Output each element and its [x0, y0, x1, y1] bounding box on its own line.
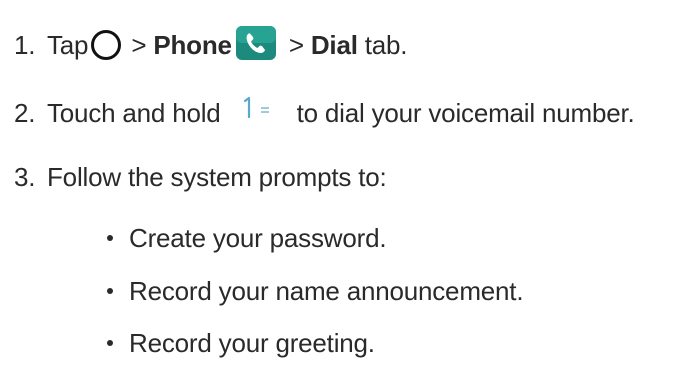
phone-app-label: Phone — [153, 29, 232, 60]
step-number: 3. — [14, 161, 36, 192]
instruction-page: { "steps": [ { "number": "1.", "parts": … — [0, 0, 696, 371]
home-circle-icon — [91, 30, 122, 60]
step-text-part: > — [124, 29, 154, 60]
bullet-dot — [107, 288, 113, 294]
bullet-text: Record your greeting. — [129, 327, 375, 358]
phone-app-icon — [235, 26, 276, 60]
step-text: Touch and hold to dial your voicemail nu… — [47, 95, 635, 129]
step-text-part: > — [281, 29, 311, 60]
bullet-text: Create your password. — [129, 222, 387, 253]
dial-tab-label: Dial — [310, 29, 358, 60]
step-number: 1. — [14, 29, 36, 60]
dial-key-1-voicemail-icon — [239, 95, 283, 123]
bullet-text: Record your name announcement. — [129, 275, 524, 306]
step-text: Follow the system prompts to: — [47, 161, 387, 192]
step-text-part: Tap — [47, 29, 89, 60]
step-text-part: tab. — [357, 29, 408, 60]
step-number: 2. — [14, 97, 36, 128]
step-text-part: to dial your voicemail number. — [296, 97, 635, 128]
step-text-part: Touch and hold — [47, 97, 221, 128]
bullet-dot — [107, 235, 113, 241]
step-text: Tap > Phone > Dial tab. — [47, 26, 408, 62]
bullet-dot — [107, 340, 113, 346]
